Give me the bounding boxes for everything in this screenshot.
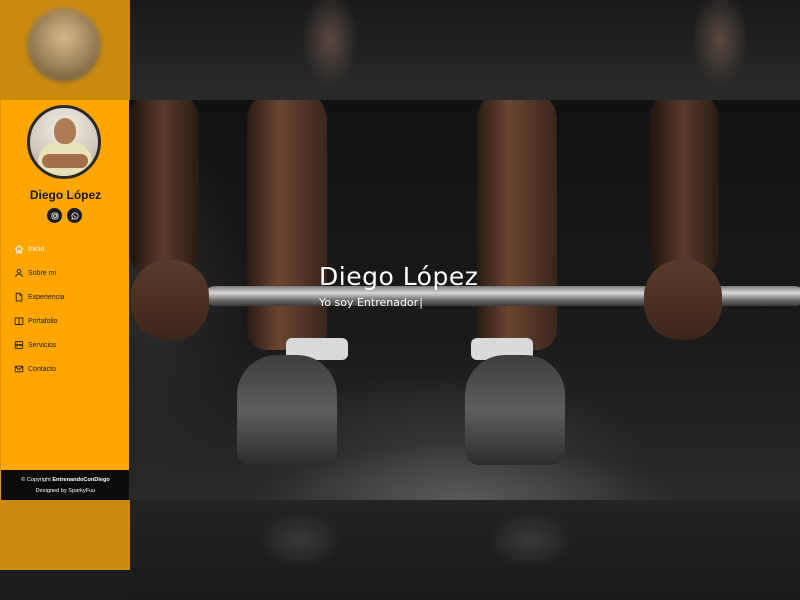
nav-item-contacto[interactable]: Contacto [1, 357, 130, 381]
profile-name: Diego López [29, 188, 102, 202]
social-links [47, 208, 87, 224]
nav-item-servicios[interactable]: Servicios [1, 333, 130, 357]
designed-by: Designed by SparkyFuu [35, 488, 96, 494]
blurred-backdrop-bottom [0, 500, 800, 600]
hero-right-leg [477, 100, 557, 350]
typing-cursor: | [419, 296, 423, 309]
hero-subtitle-prefix: Yo soy [319, 296, 357, 309]
copyright-prefix: © Copyright [21, 477, 53, 483]
home-icon [14, 245, 24, 254]
blurred-backdrop-top [0, 0, 800, 100]
nav-item-sobre-mi[interactable]: Sobre mi [1, 261, 130, 285]
whatsapp-button[interactable] [67, 208, 82, 223]
avatar-arms [42, 154, 88, 168]
sidebar-footer: © Copyright EntrenandoConDiego Designed … [1, 470, 130, 500]
instagram-icon [51, 212, 58, 219]
hero-right-hand [644, 260, 722, 340]
instagram-button[interactable] [47, 208, 62, 223]
blurred-avatar [27, 8, 101, 82]
nav-item-inicio[interactable]: Inicio [1, 237, 130, 261]
hero-title: Diego López [319, 262, 479, 291]
whatsapp-icon [70, 212, 78, 220]
hero-left-arm [129, 100, 199, 280]
nav-label: Portafolio [28, 317, 58, 325]
nav-label: Sobre mi [28, 269, 57, 277]
envelope-icon [14, 365, 24, 373]
copyright-line: © Copyright EntrenandoConDiego [1, 477, 130, 483]
hero-section: Diego López Yo soy Entrenador| [129, 100, 800, 500]
hero-right-arm [649, 100, 719, 280]
nav-item-experiencia[interactable]: Experiencia [1, 285, 130, 309]
profile-avatar [27, 105, 101, 179]
nav-label: Inicio [28, 245, 45, 253]
user-icon [15, 268, 23, 278]
sidebar-nav: Inicio Sobre mi Experiencia Portafolio S… [1, 237, 130, 381]
book-icon [14, 317, 24, 326]
document-icon [15, 292, 23, 302]
copyright-brand: EntrenandoConDiego [52, 477, 110, 483]
hero-left-shoe [237, 355, 337, 465]
hero-subtitle: Yo soy Entrenador| [319, 296, 423, 309]
blurred-sidebar [0, 500, 130, 600]
hero-right-shoe [465, 355, 565, 465]
hero-typed-text: Entrenador [356, 296, 419, 309]
server-icon [14, 341, 24, 349]
nav-item-portafolio[interactable]: Portafolio [1, 309, 130, 333]
blurred-hero [130, 500, 800, 600]
page-frame: Diego López Inicio Sobre mi Experiencia … [0, 100, 800, 500]
sidebar: Diego López Inicio Sobre mi Experiencia … [0, 100, 130, 500]
hero-left-leg [247, 100, 327, 350]
blurred-hero [130, 0, 800, 100]
nav-label: Servicios [28, 341, 57, 349]
avatar-head [54, 118, 76, 144]
nav-label: Contacto [28, 365, 57, 373]
hero-left-hand [131, 260, 209, 340]
nav-label: Experiencia [28, 293, 65, 301]
